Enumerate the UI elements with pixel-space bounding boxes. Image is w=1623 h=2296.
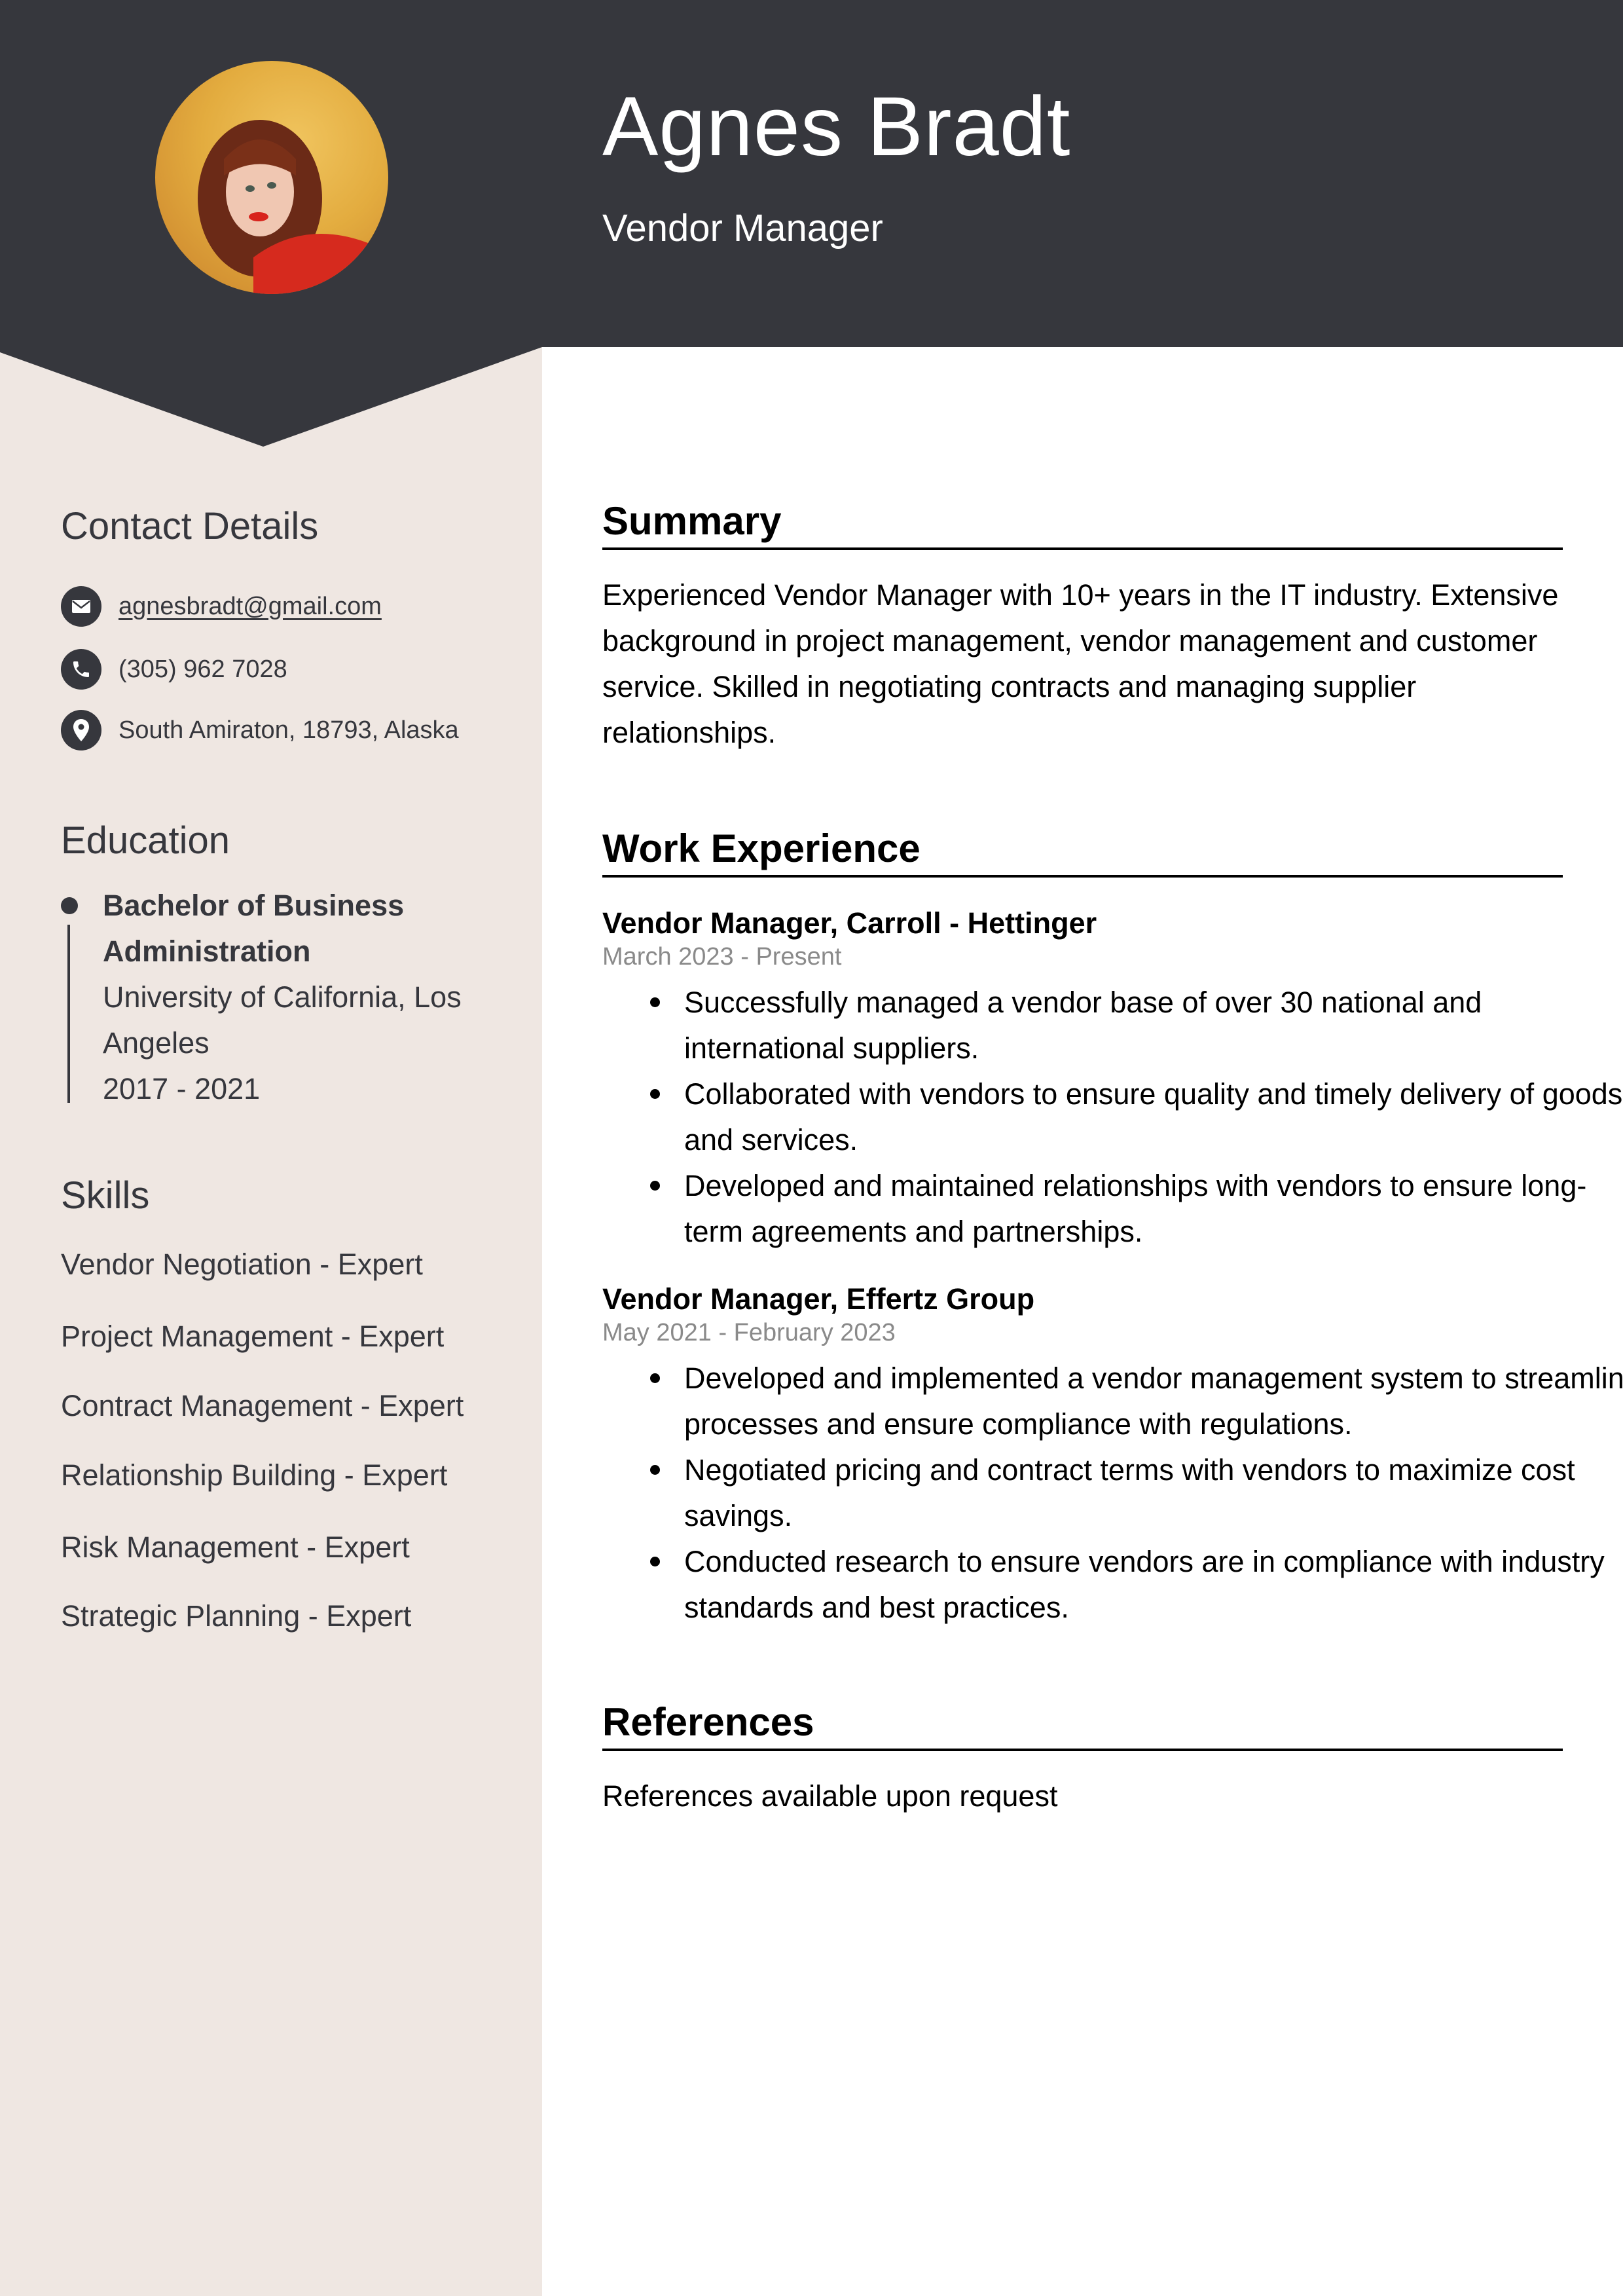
skill-item: Project Management - Expert bbox=[61, 1320, 445, 1353]
job-bullet: Conducted research to ensure vendors are… bbox=[650, 1539, 1623, 1631]
education-school: University of California, Los Angeles bbox=[103, 980, 462, 1060]
envelope-icon bbox=[61, 586, 101, 627]
skills-heading: Skills bbox=[61, 1174, 150, 1217]
job-bullet: Successfully managed a vendor base of ov… bbox=[650, 980, 1623, 1071]
job-title: Vendor Manager, Effertz Group bbox=[602, 1282, 1035, 1316]
work-experience-heading: Work Experience bbox=[602, 829, 1563, 878]
header-chevron-shape bbox=[0, 346, 542, 447]
skill-item: Risk Management - Expert bbox=[61, 1530, 410, 1564]
job-bullet: Developed and maintained relationships w… bbox=[650, 1163, 1623, 1255]
contact-email[interactable]: agnesbradt@gmail.com bbox=[61, 586, 382, 627]
profile-photo bbox=[155, 61, 388, 294]
phone-number: (305) 962 7028 bbox=[119, 655, 287, 683]
skill-item: Contract Management - Expert bbox=[61, 1389, 464, 1422]
job-bullet: Negotiated pricing and contract terms wi… bbox=[650, 1447, 1623, 1539]
job-bullet: Developed and implemented a vendor manag… bbox=[650, 1356, 1623, 1447]
timeline-dot bbox=[61, 897, 78, 914]
address: South Amiraton, 18793, Alaska bbox=[119, 716, 459, 744]
education-entry: Bachelor of Business Administration Univ… bbox=[103, 883, 509, 1112]
timeline-line bbox=[67, 925, 70, 1103]
references-heading: References bbox=[602, 1703, 1563, 1751]
job-bullet: Collaborated with vendors to ensure qual… bbox=[650, 1071, 1623, 1163]
contact-phone: (305) 962 7028 bbox=[61, 649, 287, 690]
references-text: References available upon request bbox=[602, 1779, 1058, 1813]
summary-heading: Summary bbox=[602, 502, 1563, 550]
education-years: 2017 - 2021 bbox=[103, 1072, 261, 1105]
education-heading: Education bbox=[61, 819, 230, 862]
job-dates: May 2021 - February 2023 bbox=[602, 1319, 896, 1346]
contact-heading: Contact Details bbox=[61, 505, 319, 547]
job-title: Vendor Manager, Carroll - Hettinger bbox=[602, 906, 1097, 940]
candidate-title: Vendor Manager bbox=[602, 207, 883, 250]
email-link[interactable]: agnesbradt@gmail.com bbox=[119, 593, 382, 621]
portrait-illustration bbox=[198, 120, 371, 294]
job-bullets: Successfully managed a vendor base of ov… bbox=[602, 980, 1623, 1255]
summary-text: Experienced Vendor Manager with 10+ year… bbox=[602, 578, 1559, 749]
skill-item: Vendor Negotiation - Expert bbox=[61, 1248, 423, 1281]
contact-address: South Amiraton, 18793, Alaska bbox=[61, 710, 459, 750]
candidate-name: Agnes Bradt bbox=[602, 80, 1071, 174]
skill-item: Strategic Planning - Expert bbox=[61, 1599, 412, 1633]
skill-item: Relationship Building - Expert bbox=[61, 1458, 448, 1492]
map-pin-icon bbox=[61, 710, 101, 750]
phone-icon bbox=[61, 649, 101, 690]
education-degree: Bachelor of Business Administration bbox=[103, 889, 405, 968]
job-bullets: Developed and implemented a vendor manag… bbox=[602, 1356, 1623, 1631]
job-dates: March 2023 - Present bbox=[602, 943, 842, 971]
